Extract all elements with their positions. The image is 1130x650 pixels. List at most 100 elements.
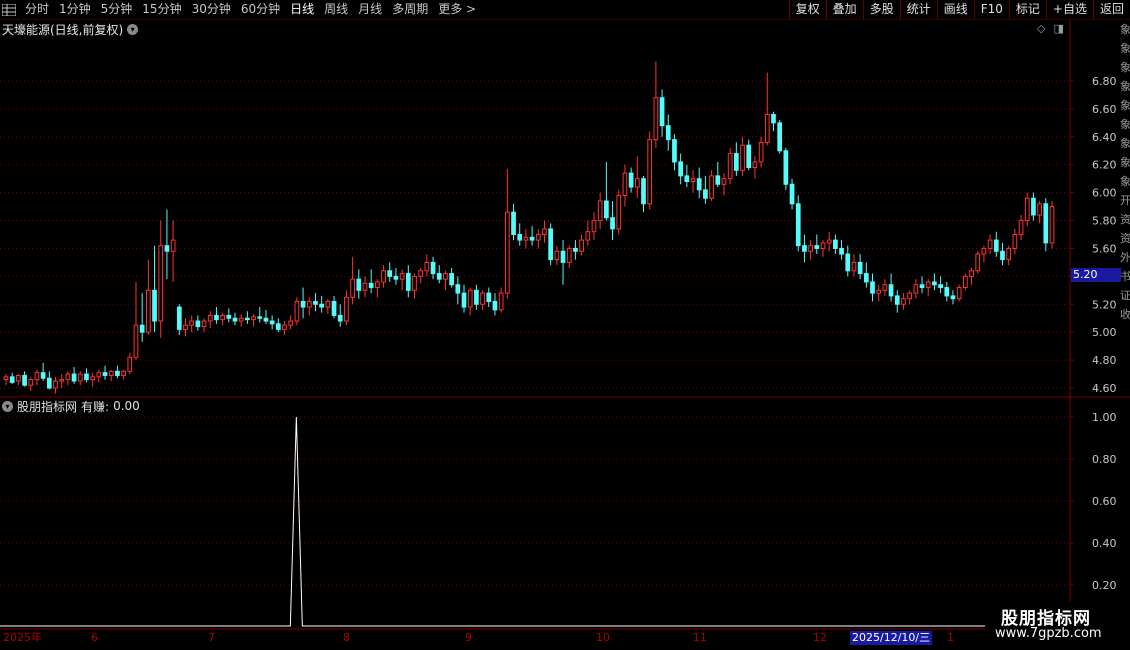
strip-glyph: 象 xyxy=(1120,137,1130,150)
strip-glyph: 象 xyxy=(1120,156,1130,169)
kline-chart[interactable]: 6.806.606.406.206.005.805.605.405.205.00… xyxy=(0,0,1130,650)
candle-body xyxy=(851,261,857,272)
candle-body xyxy=(554,250,560,261)
candle-body xyxy=(344,296,349,322)
strip-glyph: 外 xyxy=(1120,251,1130,264)
candle-body xyxy=(863,273,869,283)
candle-body xyxy=(461,292,467,308)
watermark-url: www.7gpzb.com xyxy=(995,626,1102,641)
candle-body xyxy=(139,324,145,333)
candle-body xyxy=(424,261,430,272)
candle-body xyxy=(226,314,232,319)
y-tick-label: 0.80 xyxy=(1092,453,1117,466)
candle-body xyxy=(641,178,646,205)
candle-body xyxy=(121,370,126,376)
candle-body xyxy=(201,320,207,328)
candle-body xyxy=(53,380,58,389)
candle-body xyxy=(882,284,888,291)
candle-body xyxy=(220,314,225,321)
date-label: 9 xyxy=(465,631,472,644)
candle-body xyxy=(888,284,894,297)
candle-body xyxy=(331,300,337,316)
candle-body xyxy=(381,270,386,283)
diamond-icon[interactable]: ◇ xyxy=(1037,22,1045,35)
strip-glyph: 象 xyxy=(1120,175,1130,188)
strip-glyph: 象 xyxy=(1120,118,1130,131)
candle-body xyxy=(238,317,244,322)
candle-body xyxy=(839,247,844,255)
candle-body xyxy=(560,250,566,263)
strip-glyph: 象 xyxy=(1120,42,1130,55)
candle-body xyxy=(504,211,510,294)
candle-body xyxy=(152,289,157,322)
candle-body xyxy=(826,239,832,244)
candle-body xyxy=(294,300,300,322)
candle-body xyxy=(789,183,795,205)
candle-body xyxy=(845,253,851,272)
candle-body xyxy=(40,372,46,379)
candle-body xyxy=(684,175,690,182)
candle-body xyxy=(245,317,250,321)
candle-body xyxy=(535,234,541,241)
candle-body xyxy=(597,200,603,222)
y-tick-label: 5.20 xyxy=(1092,298,1117,311)
candle-body xyxy=(34,372,40,381)
candle-body xyxy=(647,139,653,205)
candle-body xyxy=(925,281,931,289)
candle-body xyxy=(628,172,634,188)
candle-body xyxy=(71,373,77,382)
candle-body xyxy=(399,273,405,280)
strip-glyph: 象 xyxy=(1120,80,1130,93)
date-label: 10 xyxy=(596,631,610,644)
candle-body xyxy=(16,374,21,382)
candle-body xyxy=(102,372,108,376)
candle-body xyxy=(430,261,436,275)
candle-body xyxy=(783,150,789,185)
strip-glyph: 开 xyxy=(1120,194,1130,207)
strip-glyph: 资 xyxy=(1120,232,1130,245)
candle-body xyxy=(492,300,498,311)
candle-body xyxy=(938,284,943,289)
candle-body xyxy=(523,236,529,241)
indicator-field: 有赚: xyxy=(81,399,110,414)
candle-body xyxy=(802,245,807,252)
candle-body xyxy=(436,273,442,280)
candle-body xyxy=(498,292,504,311)
candle-body xyxy=(919,284,925,289)
indicator-title-bar: ▾ 股朋指标网 有赚: 0.00 xyxy=(2,398,140,414)
candle-body xyxy=(1024,197,1030,222)
candle-body xyxy=(622,172,628,196)
candle-body xyxy=(610,217,615,230)
candle-body xyxy=(22,374,27,386)
candle-body xyxy=(1049,206,1055,244)
date-label: 1 xyxy=(947,631,954,644)
candle-body xyxy=(133,324,139,358)
candle-body xyxy=(907,292,913,300)
chevron-down-icon[interactable]: ▾ xyxy=(127,23,139,35)
candle-body xyxy=(362,282,368,291)
candle-body xyxy=(306,300,312,308)
candle-body xyxy=(727,153,733,180)
candle-body xyxy=(579,239,584,252)
chevron-down-icon[interactable]: ▾ xyxy=(2,400,13,412)
candle-body xyxy=(678,161,683,177)
candle-body xyxy=(672,139,677,163)
candle-body xyxy=(319,303,325,308)
candle-body xyxy=(158,245,164,322)
candle-body xyxy=(616,194,622,230)
y-tick-label: 5.60 xyxy=(1092,242,1117,255)
candle-body xyxy=(251,316,256,321)
current-price-tag: 5.20 xyxy=(1071,268,1121,282)
candle-body xyxy=(542,228,547,236)
window-icon[interactable]: ◨ xyxy=(1053,22,1063,35)
candle-body xyxy=(195,320,201,328)
candle-body xyxy=(511,211,516,236)
candle-body xyxy=(566,247,572,263)
indicator-value: 0.00 xyxy=(113,399,140,413)
date-label: 6 xyxy=(91,631,98,644)
date-label: 11 xyxy=(693,631,707,644)
candle-body xyxy=(387,270,393,277)
candle-body xyxy=(1031,197,1036,216)
candle-body xyxy=(857,261,863,275)
candle-body xyxy=(733,153,739,171)
